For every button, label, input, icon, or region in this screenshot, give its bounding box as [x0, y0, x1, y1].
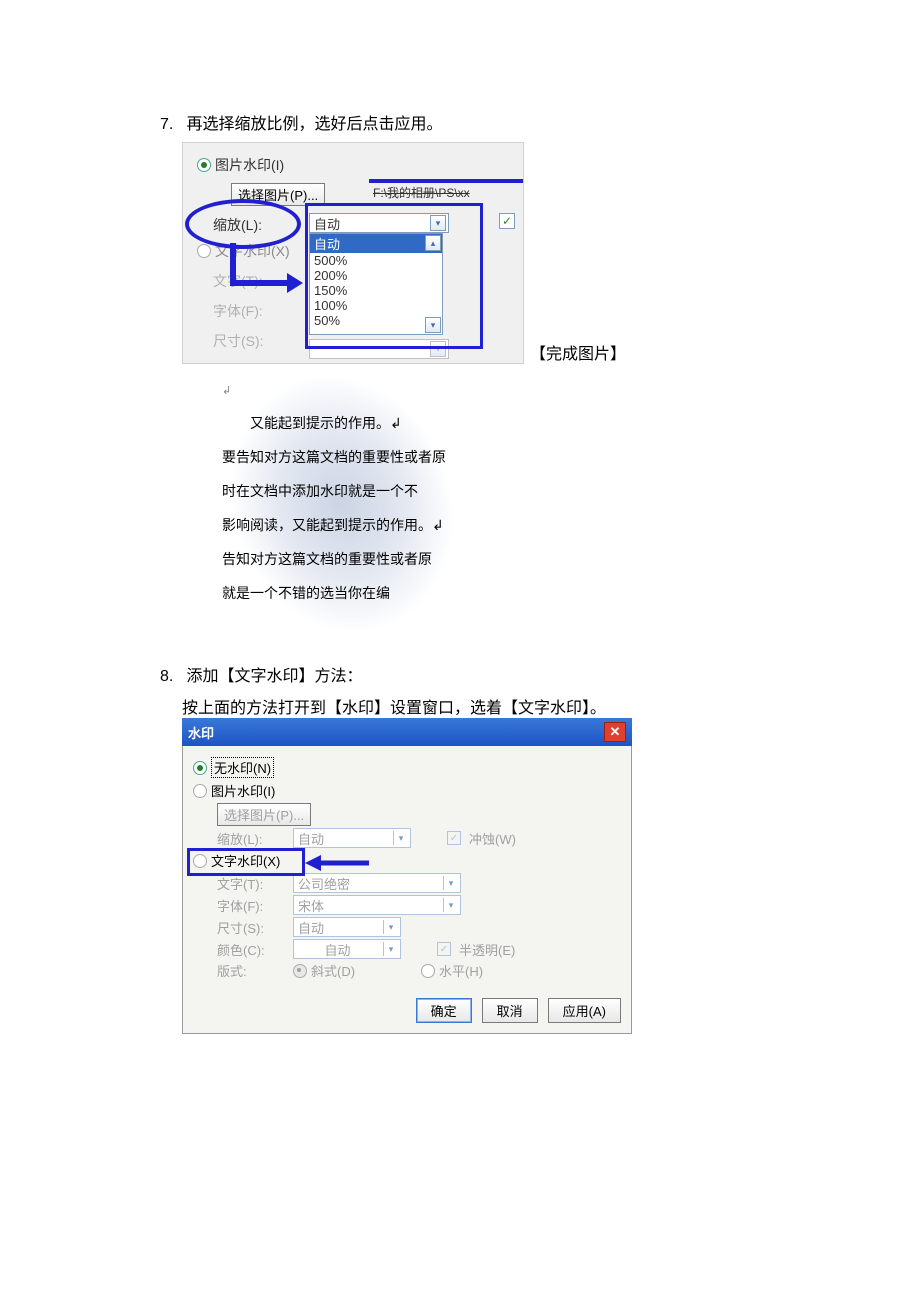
step7-text: 再选择缩放比例，选好后点击应用。	[186, 116, 442, 133]
figure2-watermark-dialog: 水印 ✕ 无水印(N) 图片水印(I) 选择图片(P)... 缩放(L): 自动	[182, 718, 632, 1034]
text-label-gray: 文字(T):	[213, 271, 263, 291]
layout-horiz-label: 水平(H)	[439, 961, 483, 980]
radio-pic-watermark-row2[interactable]: 图片水印(I)	[193, 781, 621, 800]
list-item[interactable]: 100%	[310, 298, 442, 313]
chevron-down-icon: ▾	[430, 341, 446, 357]
radio-on-icon	[193, 761, 207, 775]
dialog-titlebar: 水印 ✕	[182, 718, 632, 746]
dialog-body: 无水印(N) 图片水印(I) 选择图片(P)... 缩放(L): 自动 ▾ ✓ …	[182, 746, 632, 1034]
sample-line: 影响阅读，又能起到提示的作用。↲	[182, 510, 512, 544]
text-watermark-option-wrap: 文字水印(X)	[193, 851, 621, 870]
scale-combo2: 自动 ▾	[293, 828, 411, 848]
figure1-scale-dropdown: 图片水印(I) 选择图片(P)... F:\我的相册\PS\xx 缩放(L): …	[182, 142, 524, 364]
washout-checkbox[interactable]: ✓	[499, 213, 515, 229]
radio-no-watermark-label: 无水印(N)	[211, 757, 274, 778]
chevron-down-icon: ▾	[383, 920, 398, 934]
radio-on-icon	[197, 158, 211, 172]
figure1-wrap: 图片水印(I) 选择图片(P)... F:\我的相册\PS\xx 缩放(L): …	[182, 142, 860, 364]
sample-line: 要告知对方这篇文档的重要性或者原	[182, 442, 512, 476]
color-label: 颜色(C):	[217, 940, 285, 959]
select-picture-button[interactable]: 选择图片(P)...	[231, 183, 325, 206]
blue-arrow-left-icon	[303, 853, 373, 873]
list-item[interactable]: 200%	[310, 268, 442, 283]
chevron-down-icon: ▾	[443, 876, 458, 890]
radio-off-icon	[193, 854, 207, 868]
step-8: 8. 添加【文字水印】方法：	[160, 662, 860, 686]
radio-off-icon	[197, 244, 211, 258]
scale-listbox[interactable]: 自动 500% 200% 150% 100% 50% ▴ ▾	[309, 233, 443, 335]
text-combo: 公司绝密 ▾	[293, 873, 461, 893]
sample-line: 告知对方这篇文档的重要性或者原	[182, 544, 512, 578]
scroll-down-icon[interactable]: ▾	[425, 317, 441, 333]
layout-diag-label: 斜式(D)	[311, 961, 355, 980]
font-label-gray: 字体(F):	[213, 301, 263, 321]
chevron-down-icon: ▾	[430, 215, 446, 231]
layout-label: 版式:	[217, 961, 285, 980]
scroll-up-icon[interactable]: ▴	[425, 235, 441, 251]
size-combo-gray: ▾	[309, 339, 449, 359]
list-item[interactable]: 150%	[310, 283, 442, 298]
color-combo: 自动 ▾	[293, 939, 401, 959]
size-label: 尺寸(S):	[217, 918, 285, 937]
color-row: 颜色(C): 自动 ▾ ✓ 半透明(E)	[217, 939, 621, 959]
step-7: 7. 再选择缩放比例，选好后点击应用。	[160, 110, 860, 134]
layout-row: 版式: 斜式(D) 水平(H)	[217, 961, 621, 980]
scale-combo[interactable]: 自动 ▾	[309, 213, 449, 233]
text-label: 文字(T):	[217, 874, 285, 893]
scale-label: 缩放(L):	[213, 215, 262, 235]
scale-row2: 缩放(L): 自动 ▾ ✓ 冲蚀(W)	[217, 828, 621, 848]
radio-horiz-icon	[421, 964, 435, 978]
radio-off-icon	[193, 784, 207, 798]
radio-diagonal-icon	[293, 964, 307, 978]
picture-path-text: F:\我的相册\PS\xx	[373, 184, 470, 201]
radio-pic-watermark-row[interactable]: 图片水印(I)	[197, 155, 284, 175]
apply-button[interactable]: 应用(A)	[548, 998, 621, 1023]
dialog-button-row: 确定 取消 应用(A)	[193, 998, 621, 1023]
step8-text: 添加【文字水印】方法：	[186, 668, 362, 685]
figure1-caption: 【完成图片】	[530, 340, 626, 364]
semi-label: 半透明(E)	[459, 940, 515, 959]
list-item[interactable]: 500%	[310, 253, 442, 268]
font-row: 字体(F): 宋体 ▾	[217, 895, 621, 915]
chevron-down-icon: ▾	[443, 898, 458, 912]
radio-no-watermark-row[interactable]: 无水印(N)	[193, 757, 621, 778]
select-pic-row: 选择图片(P)...	[217, 803, 621, 826]
radio-text-watermark-row2[interactable]: 文字水印(X)	[193, 851, 621, 870]
semi-checkbox-disabled: ✓	[437, 942, 451, 956]
list-item[interactable]: 50%	[310, 313, 442, 328]
sample-line: 又能起到提示的作用。↲	[182, 408, 512, 442]
cancel-button[interactable]: 取消	[482, 998, 538, 1023]
radio-pic-watermark-label: 图片水印(I)	[215, 155, 284, 175]
washout-label: 冲蚀(W)	[469, 829, 516, 848]
document-page: 7. 再选择缩放比例，选好后点击应用。 图片水印(I) 选择图片(P)... F…	[0, 0, 920, 1094]
select-picture-button-disabled: 选择图片(P)...	[217, 803, 311, 826]
sample-line: 就是一个不错的选当你在编	[182, 578, 512, 612]
dialog-title-text: 水印	[188, 723, 214, 742]
size-label-gray: 尺寸(S):	[213, 331, 264, 351]
blue-strike-line	[369, 179, 523, 183]
radio-pic-watermark-label2: 图片水印(I)	[211, 781, 275, 800]
radio-text-watermark-label2: 文字水印(X)	[211, 851, 280, 870]
step8-number: 8.	[160, 668, 182, 686]
list-item[interactable]: 自动	[310, 234, 442, 253]
font-label: 字体(F):	[217, 896, 285, 915]
text-row: 文字(T): 公司绝密 ▾	[217, 873, 621, 893]
return-mark-icon: ↲	[222, 385, 231, 397]
figure-watermark-sample: ↲ 又能起到提示的作用。↲ 要告知对方这篇文档的重要性或者原 时在文档中添加水印…	[182, 364, 512, 632]
chevron-down-icon: ▾	[393, 831, 408, 845]
font-combo: 宋体 ▾	[293, 895, 461, 915]
step7-number: 7.	[160, 116, 182, 134]
chevron-down-icon: ▾	[383, 942, 398, 956]
scale-label2: 缩放(L):	[217, 829, 285, 848]
size-combo: 自动 ▾	[293, 917, 401, 937]
washout-checkbox-disabled: ✓	[447, 831, 461, 845]
size-row: 尺寸(S): 自动 ▾	[217, 917, 621, 937]
step8-subtext: 按上面的方法打开到【水印】设置窗口，选着【文字水印】。	[182, 694, 860, 718]
radio-text-watermark-row: 文字水印(X)	[197, 241, 290, 261]
sample-line: 时在文档中添加水印就是一个不	[182, 476, 512, 510]
close-button[interactable]: ✕	[604, 722, 626, 742]
ok-button[interactable]: 确定	[416, 998, 472, 1023]
